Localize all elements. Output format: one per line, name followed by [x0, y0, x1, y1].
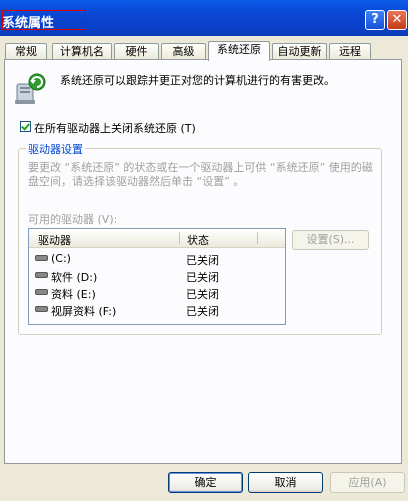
drives-list[interactable]: 驱动器 状态 (C:) 已关闭 软件 (D:) 已关闭 资料 (E:) 已关闭 …: [28, 228, 286, 325]
title-highlight-box: [2, 10, 86, 30]
drive-settings-description: 要更改 “系统还原” 的状态或在一个驱动器上可供 “系统还原” 使用的磁盘空间，…: [28, 161, 373, 188]
drive-status: 已关闭: [186, 305, 219, 318]
disable-all-checkbox[interactable]: [20, 121, 31, 132]
title-bar[interactable]: 系统属性 ? ✕: [0, 0, 408, 36]
tab-automatic-updates[interactable]: 自动更新: [272, 43, 327, 60]
drive-icon: [35, 306, 48, 312]
drive-icon: [35, 272, 48, 278]
list-header: 驱动器 状态: [29, 229, 285, 248]
available-drives-label: 可用的驱动器 (V):: [28, 213, 118, 226]
disable-all-label[interactable]: 在所有驱动器上关闭系统还原 (T): [34, 120, 196, 136]
settings-button[interactable]: 设置(S)...: [292, 230, 369, 250]
system-restore-icon: [15, 73, 46, 104]
drive-status: 已关闭: [186, 288, 219, 301]
drive-settings-title: 驱动器设置: [26, 141, 85, 157]
tab-general[interactable]: 常规: [5, 43, 47, 60]
drive-name: 资料 (E:): [51, 288, 96, 301]
drive-status: 已关闭: [186, 254, 219, 267]
column-divider[interactable]: [179, 232, 180, 244]
drive-name: 视屏资料 (F:): [51, 305, 117, 318]
tab-strip: 常规 计算机名 硬件 高级 系统还原 自动更新 远程: [0, 41, 408, 61]
drive-row[interactable]: 资料 (E:) 已关闭: [29, 284, 285, 301]
tab-hardware[interactable]: 硬件: [114, 43, 159, 60]
drive-row[interactable]: 视屏资料 (F:) 已关闭: [29, 301, 285, 318]
intro-text: 系统还原可以跟踪并更正对您的计算机进行的有害更改。: [60, 74, 335, 87]
column-divider[interactable]: [257, 232, 258, 244]
drive-icon: [35, 255, 48, 261]
drive-name: (C:): [51, 252, 71, 265]
column-header-status[interactable]: 状态: [187, 232, 209, 248]
drive-name: 软件 (D:): [51, 271, 98, 284]
drive-icon: [35, 289, 48, 295]
drive-row[interactable]: (C:) 已关闭: [29, 250, 285, 267]
cancel-button[interactable]: 取消: [248, 472, 323, 493]
tab-remote[interactable]: 远程: [329, 43, 371, 60]
tab-computer-name[interactable]: 计算机名: [52, 43, 112, 60]
apply-button[interactable]: 应用(A): [330, 472, 405, 493]
help-button[interactable]: ?: [365, 10, 385, 30]
column-header-drive[interactable]: 驱动器: [38, 232, 71, 248]
ok-button[interactable]: 确定: [168, 472, 243, 493]
drive-status: 已关闭: [186, 271, 219, 284]
close-button[interactable]: ✕: [387, 10, 407, 30]
drive-row[interactable]: 软件 (D:) 已关闭: [29, 267, 285, 284]
tab-advanced[interactable]: 高级: [161, 43, 206, 60]
tab-system-restore[interactable]: 系统还原: [208, 41, 270, 61]
